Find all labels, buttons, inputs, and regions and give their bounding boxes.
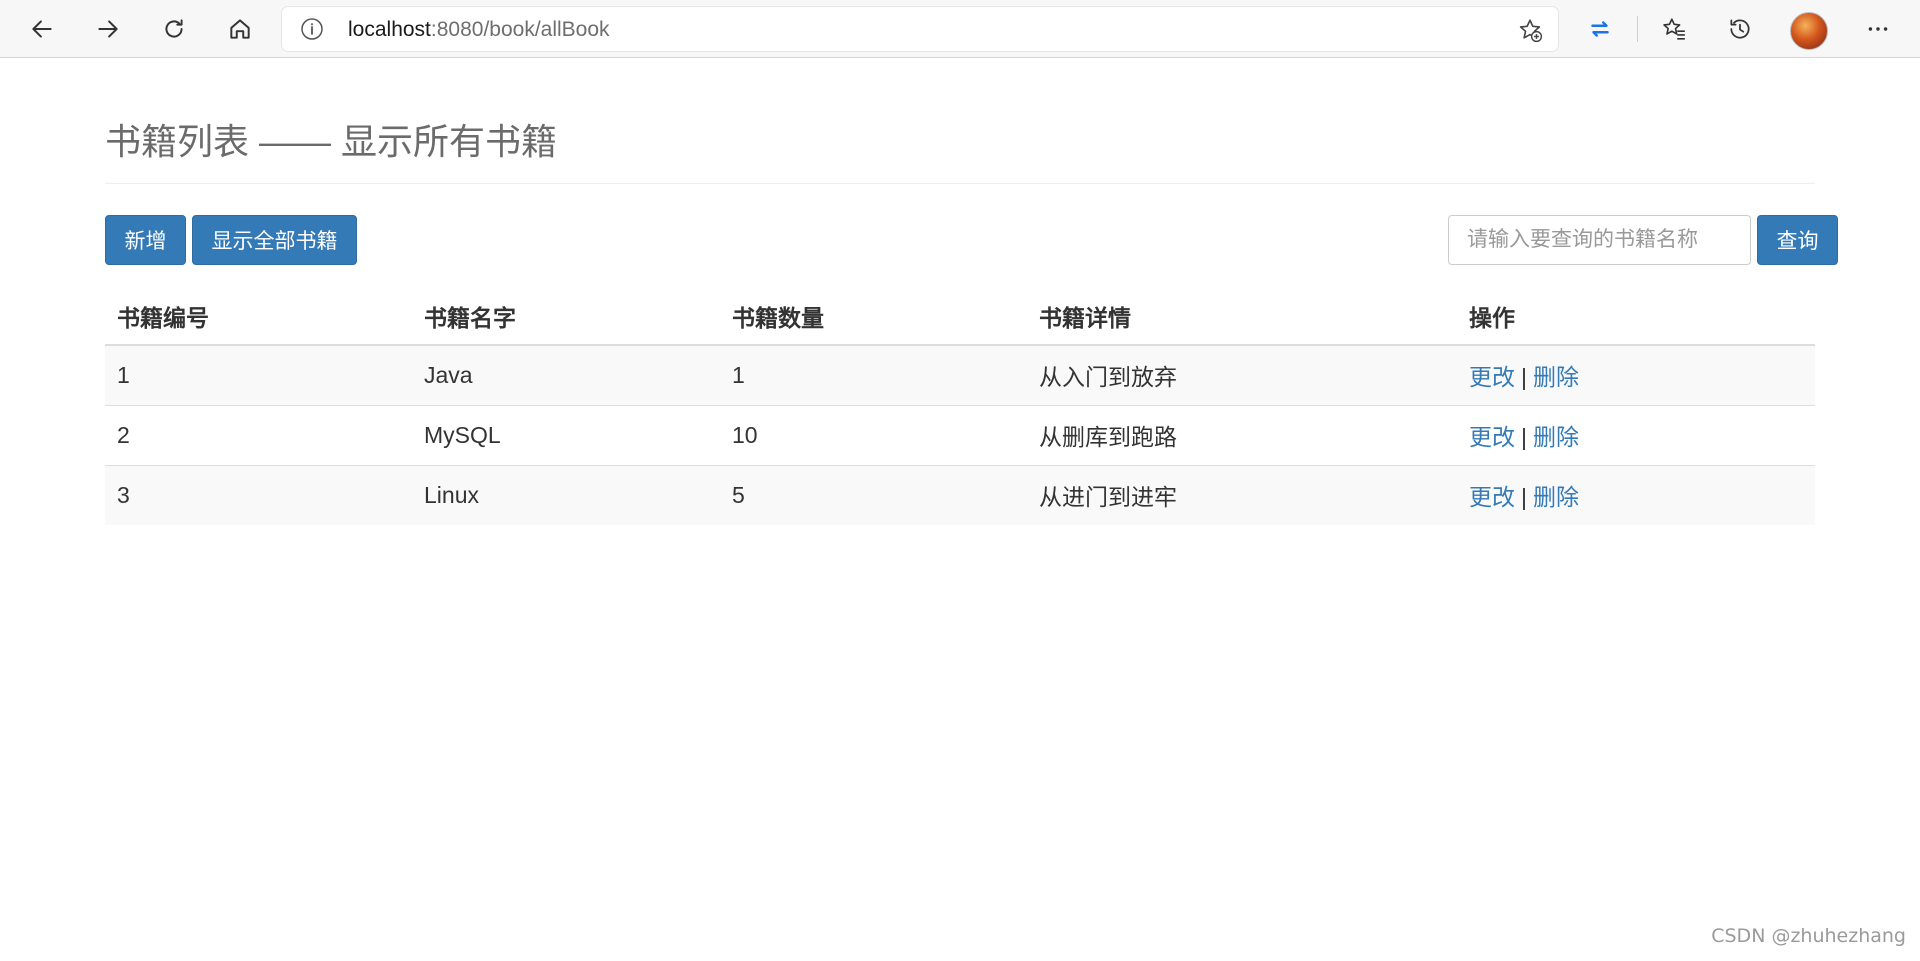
table-row: 1 Java 1 从入门到放弃 更改 | 删除	[105, 345, 1815, 405]
url-host: localhost	[348, 18, 431, 41]
profile-avatar[interactable]	[1790, 12, 1828, 50]
delete-link[interactable]: 删除	[1533, 484, 1579, 510]
delete-link[interactable]: 删除	[1533, 424, 1579, 450]
delete-link[interactable]: 删除	[1533, 364, 1579, 390]
action-separator: |	[1521, 364, 1527, 391]
header-book-count: 书籍数量	[720, 287, 1027, 346]
sync-button[interactable]	[1580, 9, 1620, 49]
add-book-button[interactable]: 新增	[105, 215, 186, 265]
address-bar[interactable]: localhost:8080/book/allBook	[282, 7, 1558, 51]
cell-book-name: MySQL	[412, 404, 720, 465]
table-row: 3 Linux 5 从进门到进牢 更改 | 删除	[105, 464, 1815, 525]
cell-book-detail: 从删库到跑路	[1027, 404, 1457, 465]
site-info-icon[interactable]	[300, 17, 324, 41]
header-book-detail: 书籍详情	[1027, 287, 1457, 346]
table-row: 2 MySQL 10 从删库到跑路 更改 | 删除	[105, 404, 1815, 465]
url-path: :8080/book/allBook	[430, 18, 610, 41]
settings-more-button[interactable]	[1858, 9, 1898, 49]
show-all-books-button[interactable]: 显示全部书籍	[192, 215, 357, 265]
page-title: 书籍列表 —— 显示所有书籍	[105, 121, 558, 162]
favorites-button[interactable]	[1654, 9, 1694, 49]
cell-actions: 更改 | 删除	[1457, 345, 1815, 405]
edit-link[interactable]: 更改	[1469, 364, 1515, 390]
cell-book-id: 1	[105, 345, 412, 405]
table-header-row: 书籍编号 书籍名字 书籍数量 书籍详情 操作	[105, 287, 1815, 346]
add-favorite-icon[interactable]	[1516, 16, 1544, 44]
history-button[interactable]	[1720, 9, 1760, 49]
title-divider	[105, 183, 1815, 184]
forward-arrow-icon	[98, 20, 118, 38]
back-arrow-icon	[32, 20, 52, 38]
cell-book-id: 2	[105, 404, 412, 465]
header-actions: 操作	[1457, 287, 1815, 346]
browser-toolbar: localhost:8080/book/allBook	[0, 0, 1920, 58]
back-button[interactable]	[22, 9, 62, 49]
action-separator: |	[1521, 484, 1527, 511]
more-dots-icon	[1868, 27, 1888, 31]
cell-book-count: 5	[720, 464, 1027, 525]
csdn-watermark: CSDN @zhuhezhang	[1711, 925, 1906, 947]
home-icon	[230, 19, 250, 39]
toolbar-divider	[1637, 16, 1638, 42]
cell-book-detail: 从进门到进牢	[1027, 464, 1457, 525]
refresh-button[interactable]	[154, 9, 194, 49]
favorites-icon	[1663, 18, 1685, 40]
action-separator: |	[1521, 424, 1527, 450]
cell-actions: 更改 | 删除	[1457, 404, 1815, 465]
history-icon	[1730, 19, 1750, 39]
cell-book-name: Linux	[412, 464, 720, 525]
books-table: 书籍编号 书籍名字 书籍数量 书籍详情 操作 1 Java 1 从入门到放弃 更…	[105, 287, 1815, 525]
home-button[interactable]	[220, 9, 260, 49]
book-name-search-input[interactable]	[1448, 215, 1751, 265]
query-button[interactable]: 查询	[1757, 215, 1838, 265]
refresh-icon	[165, 19, 183, 38]
cell-book-count: 10	[720, 404, 1027, 465]
header-book-name: 书籍名字	[412, 287, 720, 346]
forward-button[interactable]	[88, 9, 128, 49]
header-book-id: 书籍编号	[105, 287, 412, 346]
edit-link[interactable]: 更改	[1469, 484, 1515, 510]
edit-link[interactable]: 更改	[1469, 424, 1515, 450]
url-text[interactable]: localhost:8080/book/allBook	[348, 18, 610, 42]
cell-book-id: 3	[105, 464, 412, 525]
cell-actions: 更改 | 删除	[1457, 464, 1815, 525]
sync-icon	[1591, 21, 1609, 37]
cell-book-count: 1	[720, 345, 1027, 405]
cell-book-detail: 从入门到放弃	[1027, 345, 1457, 405]
cell-book-name: Java	[412, 345, 720, 405]
